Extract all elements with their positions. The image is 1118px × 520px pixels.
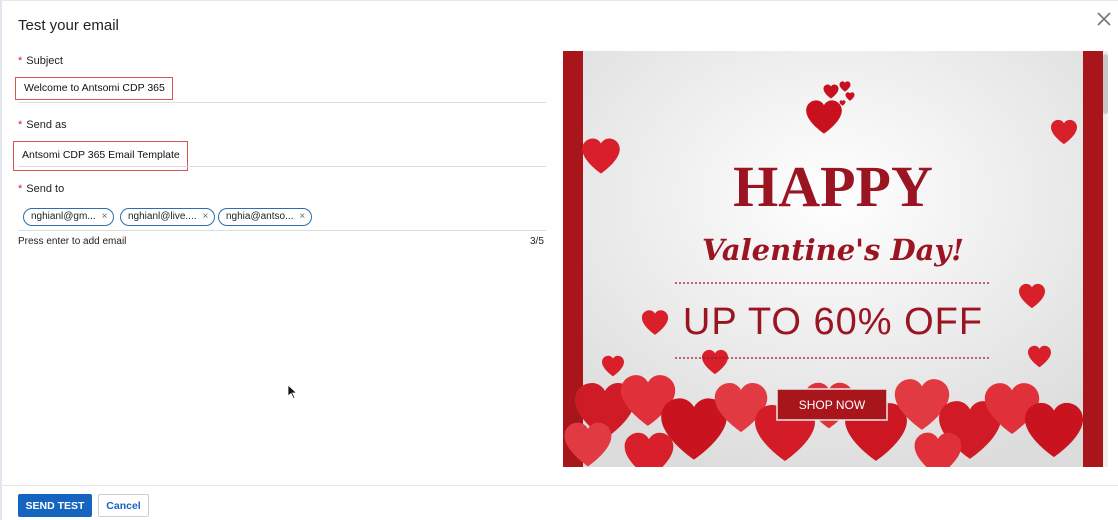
subject-label-text: Subject	[26, 55, 63, 67]
close-icon[interactable]	[1095, 10, 1113, 28]
dialog-title: Test your email	[18, 17, 119, 34]
send-to-underline	[18, 230, 546, 231]
send-test-button[interactable]: SEND TEST	[18, 494, 92, 517]
left-edge	[0, 0, 2, 520]
chip-remove-icon[interactable]: ×	[203, 209, 209, 225]
offer-text: UP TO 60% OFF	[683, 301, 983, 343]
required-mark: *	[18, 119, 23, 131]
subject-input[interactable]: Welcome to Antsomi CDP 365	[15, 77, 173, 100]
chip-remove-icon[interactable]: ×	[299, 209, 305, 225]
chip-remove-icon[interactable]: ×	[102, 209, 108, 225]
recipient-email: nghia@antso...	[226, 211, 294, 222]
required-mark: *	[18, 55, 23, 67]
valentine-banner: HAPPY Valentine's Day! UP TO 60% OFF SHO…	[563, 51, 1103, 467]
recipient-chip[interactable]: nghia@antso... ×	[218, 208, 313, 226]
cancel-button[interactable]: Cancel	[98, 494, 149, 517]
subheadline: Valentine's Day!	[702, 233, 964, 267]
email-preview: HAPPY Valentine's Day! UP TO 60% OFF SHO…	[563, 51, 1103, 467]
recipient-email: nghianl@gm...	[31, 211, 96, 222]
send-to-label-text: Send to	[26, 183, 65, 195]
send-to-label: * Send to	[18, 183, 64, 195]
recipient-email: nghianl@live....	[128, 211, 197, 222]
subject-label: * Subject	[18, 55, 63, 67]
mouse-pointer-icon	[287, 384, 298, 400]
recipient-count: 3/5	[530, 236, 544, 247]
top-divider	[0, 0, 1118, 1]
shop-now-label: SHOP NOW	[799, 398, 866, 412]
recipient-chip[interactable]: nghianl@live.... ×	[120, 208, 216, 226]
recipient-chip[interactable]: nghianl@gm... ×	[23, 208, 115, 226]
footer-divider	[0, 485, 1118, 486]
send-as-label: * Send as	[18, 119, 67, 131]
subject-underline	[18, 102, 546, 103]
preview-scroll-thumb[interactable]	[1103, 54, 1108, 114]
right-band	[1083, 51, 1103, 467]
headline: HAPPY	[733, 154, 933, 219]
send-to-hint: Press enter to add email	[18, 236, 127, 247]
send-as-underline	[18, 166, 546, 167]
required-mark: *	[18, 183, 23, 195]
send-as-label-text: Send as	[26, 119, 67, 131]
